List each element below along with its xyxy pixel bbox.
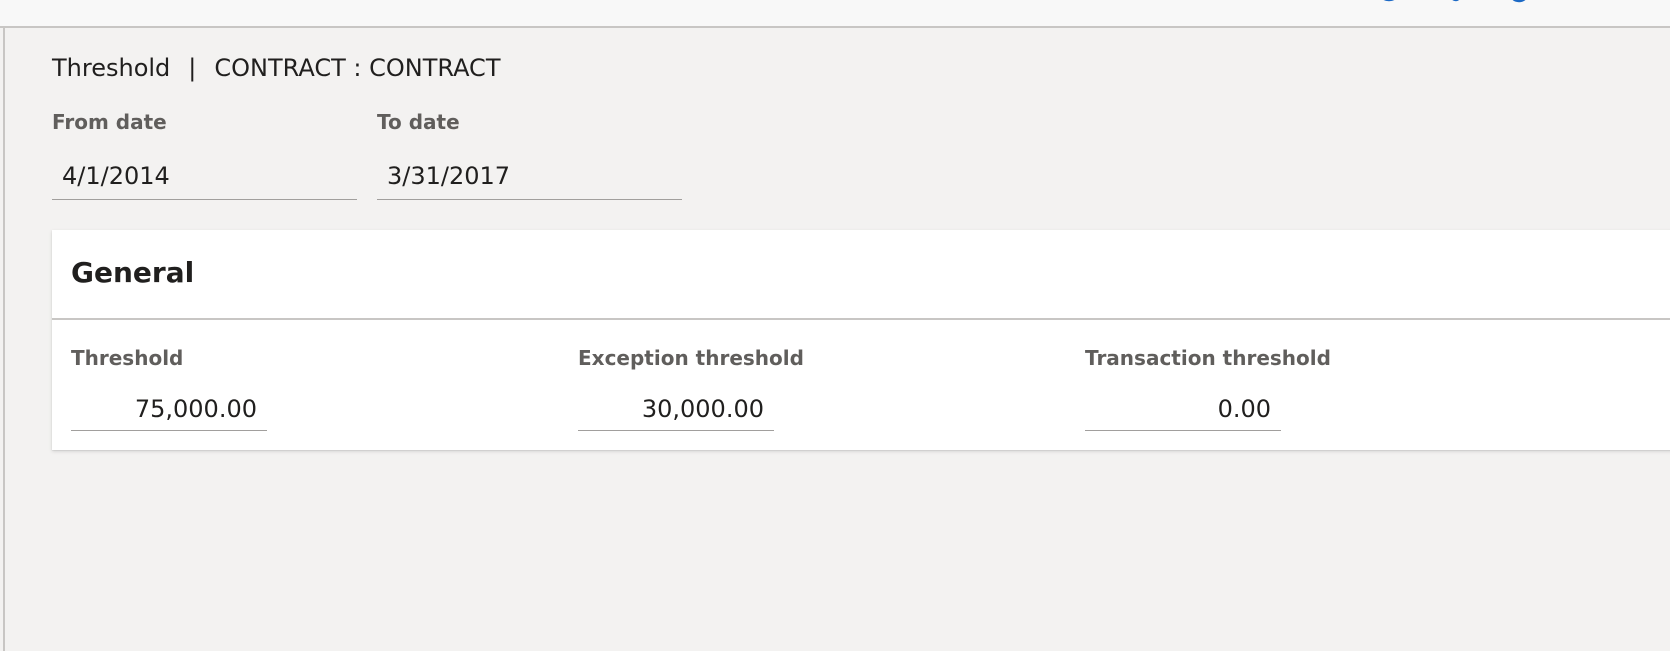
exception-threshold-label: Exception threshold bbox=[578, 346, 804, 370]
help-icon[interactable] bbox=[1508, 0, 1530, 5]
left-divider bbox=[3, 28, 5, 651]
page-context: CONTRACT : CONTRACT bbox=[214, 54, 501, 82]
to-date-input[interactable] bbox=[377, 152, 682, 200]
from-date-label: From date bbox=[52, 110, 167, 134]
transaction-threshold-label: Transaction threshold bbox=[1085, 346, 1331, 370]
from-date-input[interactable] bbox=[52, 152, 357, 200]
chat-icon[interactable] bbox=[1378, 0, 1400, 5]
threshold-label: Threshold bbox=[71, 346, 184, 370]
transaction-threshold-input[interactable] bbox=[1085, 387, 1281, 431]
general-card-header[interactable]: General bbox=[52, 230, 1670, 320]
page-title: Threshold | CONTRACT : CONTRACT bbox=[52, 52, 500, 84]
title-separator: | bbox=[188, 54, 197, 82]
settings-icon[interactable] bbox=[1445, 0, 1467, 5]
general-card-title: General bbox=[71, 256, 195, 289]
general-card: General Threshold Exception threshold Tr… bbox=[52, 230, 1670, 450]
top-bar bbox=[0, 0, 1670, 28]
threshold-input[interactable] bbox=[71, 387, 267, 431]
to-date-label: To date bbox=[377, 110, 460, 134]
exception-threshold-input[interactable] bbox=[578, 387, 774, 431]
page-title-text: Threshold bbox=[52, 54, 171, 82]
